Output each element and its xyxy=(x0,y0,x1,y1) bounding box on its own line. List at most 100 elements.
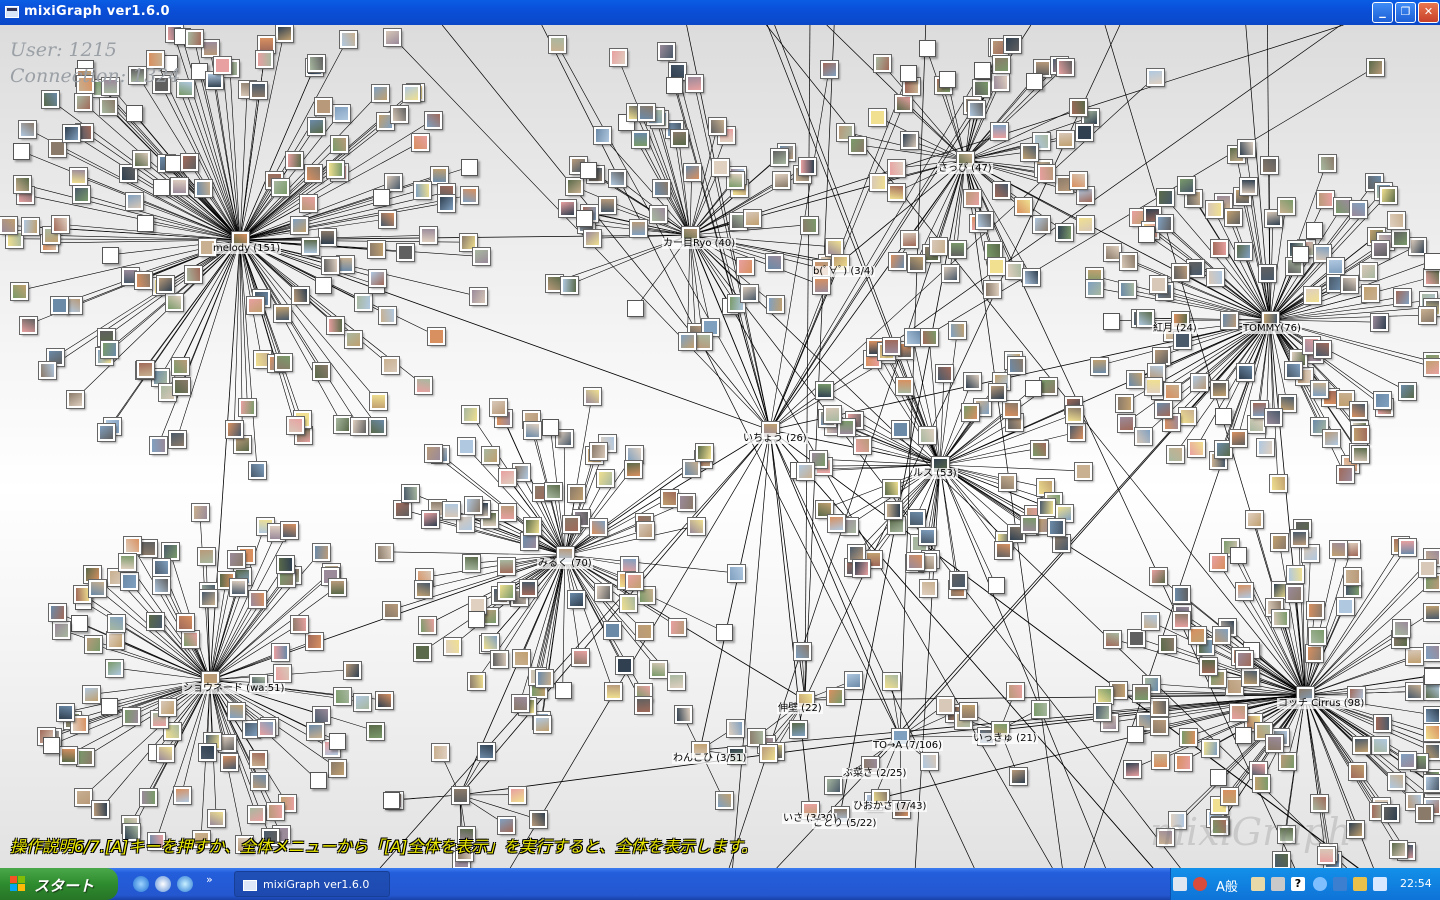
user-thumbnail[interactable] xyxy=(1075,186,1095,206)
user-thumbnail[interactable] xyxy=(903,327,923,347)
pen-icon[interactable] xyxy=(1373,877,1387,891)
user-thumbnail[interactable] xyxy=(935,363,955,383)
user-thumbnail[interactable] xyxy=(542,419,560,437)
user-thumbnail[interactable] xyxy=(1025,380,1043,398)
user-thumbnail[interactable] xyxy=(70,614,88,632)
user-thumbnail[interactable] xyxy=(1303,285,1323,305)
user-thumbnail[interactable] xyxy=(561,514,581,534)
user-thumbnail[interactable] xyxy=(213,56,233,76)
user-thumbnail[interactable] xyxy=(412,180,432,200)
user-thumbnail[interactable] xyxy=(170,176,190,196)
user-thumbnail[interactable] xyxy=(400,483,420,503)
user-thumbnail[interactable] xyxy=(1117,280,1137,300)
user-thumbnail[interactable] xyxy=(678,332,698,352)
user-thumbnail[interactable] xyxy=(489,398,509,418)
user-thumbnail[interactable] xyxy=(1171,262,1191,282)
user-thumbnail[interactable] xyxy=(1089,356,1109,376)
user-thumbnail[interactable] xyxy=(575,209,593,227)
user-thumbnail[interactable] xyxy=(307,53,327,73)
user-thumbnail[interactable] xyxy=(1417,306,1437,326)
user-thumbnail[interactable] xyxy=(1260,155,1280,175)
user-thumbnail[interactable] xyxy=(467,611,485,629)
user-thumbnail[interactable] xyxy=(124,191,144,211)
user-thumbnail[interactable] xyxy=(887,159,907,179)
user-thumbnail[interactable] xyxy=(631,130,651,150)
user-thumbnail[interactable] xyxy=(1270,532,1290,552)
user-thumbnail[interactable] xyxy=(882,478,902,498)
user-thumbnail[interactable] xyxy=(325,160,345,180)
user-thumbnail[interactable] xyxy=(246,804,266,824)
user-thumbnail[interactable] xyxy=(175,613,195,633)
user-thumbnail[interactable] xyxy=(1301,544,1321,564)
user-thumbnail[interactable] xyxy=(1386,771,1406,791)
user-thumbnail[interactable] xyxy=(238,397,258,417)
user-thumbnail[interactable] xyxy=(430,165,450,185)
user-thumbnail[interactable] xyxy=(571,648,591,668)
user-thumbnail[interactable] xyxy=(1316,189,1336,209)
user-thumbnail[interactable] xyxy=(298,194,318,214)
user-thumbnail[interactable] xyxy=(1093,702,1113,722)
tray-collapse-icon[interactable] xyxy=(1313,877,1327,891)
user-thumbnail[interactable] xyxy=(301,237,321,257)
user-thumbnail[interactable] xyxy=(1173,331,1193,351)
user-thumbnail[interactable] xyxy=(18,315,38,335)
ie-icon[interactable] xyxy=(133,876,149,892)
user-thumbnail[interactable] xyxy=(1387,211,1407,231)
user-thumbnail[interactable] xyxy=(290,216,310,236)
user-thumbnail[interactable] xyxy=(226,702,246,722)
user-thumbnail[interactable] xyxy=(1214,407,1232,425)
user-thumbnail[interactable] xyxy=(190,502,210,522)
user-thumbnail[interactable] xyxy=(1264,733,1284,753)
user-thumbnail[interactable] xyxy=(966,99,986,119)
user-thumbnail[interactable] xyxy=(255,49,275,69)
user-thumbnail[interactable] xyxy=(962,371,982,391)
user-thumbnail[interactable] xyxy=(1310,380,1330,400)
user-thumbnail[interactable] xyxy=(393,500,413,520)
user-thumbnail[interactable] xyxy=(1173,752,1193,772)
user-thumbnail[interactable] xyxy=(991,181,1011,201)
user-thumbnail[interactable] xyxy=(928,236,948,256)
user-thumbnail[interactable] xyxy=(390,105,410,125)
user-thumbnail[interactable] xyxy=(343,660,363,680)
clock[interactable]: 22:54 xyxy=(1400,877,1432,890)
user-thumbnail[interactable] xyxy=(711,157,731,177)
user-thumbnail[interactable] xyxy=(666,672,686,692)
user-thumbnail[interactable] xyxy=(1235,362,1255,382)
user-thumbnail[interactable] xyxy=(1103,312,1121,330)
user-thumbnail[interactable] xyxy=(461,159,479,176)
user-thumbnail[interactable] xyxy=(197,546,217,566)
user-thumbnail[interactable] xyxy=(1278,752,1298,772)
user-thumbnail[interactable] xyxy=(441,500,461,520)
user-thumbnail[interactable] xyxy=(442,637,462,657)
user-thumbnail[interactable] xyxy=(983,241,1003,261)
user-thumbnail[interactable] xyxy=(1102,629,1122,649)
user-thumbnail[interactable] xyxy=(948,570,968,590)
user-thumbnail[interactable] xyxy=(137,214,155,232)
user-thumbnail[interactable] xyxy=(369,392,389,412)
user-thumbnail[interactable] xyxy=(20,217,40,237)
user-thumbnail[interactable] xyxy=(1235,649,1255,669)
user-thumbnail[interactable] xyxy=(1321,428,1341,448)
user-thumbnail[interactable] xyxy=(331,103,351,123)
user-thumbnail[interactable] xyxy=(681,458,701,478)
user-thumbnail[interactable] xyxy=(682,162,702,182)
user-thumbnail[interactable] xyxy=(47,603,67,623)
user-thumbnail[interactable] xyxy=(136,359,156,379)
user-thumbnail[interactable] xyxy=(431,743,451,763)
user-thumbnail[interactable] xyxy=(117,553,137,573)
user-thumbnail[interactable] xyxy=(1052,534,1072,554)
user-thumbnail[interactable] xyxy=(1371,239,1391,259)
user-thumbnail[interactable] xyxy=(42,737,60,755)
user-thumbnail[interactable] xyxy=(917,426,937,446)
user-thumbnail[interactable] xyxy=(461,404,481,424)
user-thumbnail[interactable] xyxy=(496,581,516,601)
user-thumbnail[interactable] xyxy=(623,459,643,479)
user-thumbnail[interactable] xyxy=(471,247,491,267)
user-thumbnail[interactable] xyxy=(918,40,936,58)
user-thumbnail[interactable] xyxy=(1397,382,1417,402)
user-thumbnail[interactable] xyxy=(1020,142,1040,162)
user-thumbnail[interactable] xyxy=(1014,196,1034,216)
window-titlebar[interactable]: mixiGraph ver1.6.0 _ ❐ ✕ xyxy=(0,0,1440,25)
user-thumbnail[interactable] xyxy=(1031,215,1051,235)
user-thumbnail[interactable] xyxy=(145,612,165,632)
